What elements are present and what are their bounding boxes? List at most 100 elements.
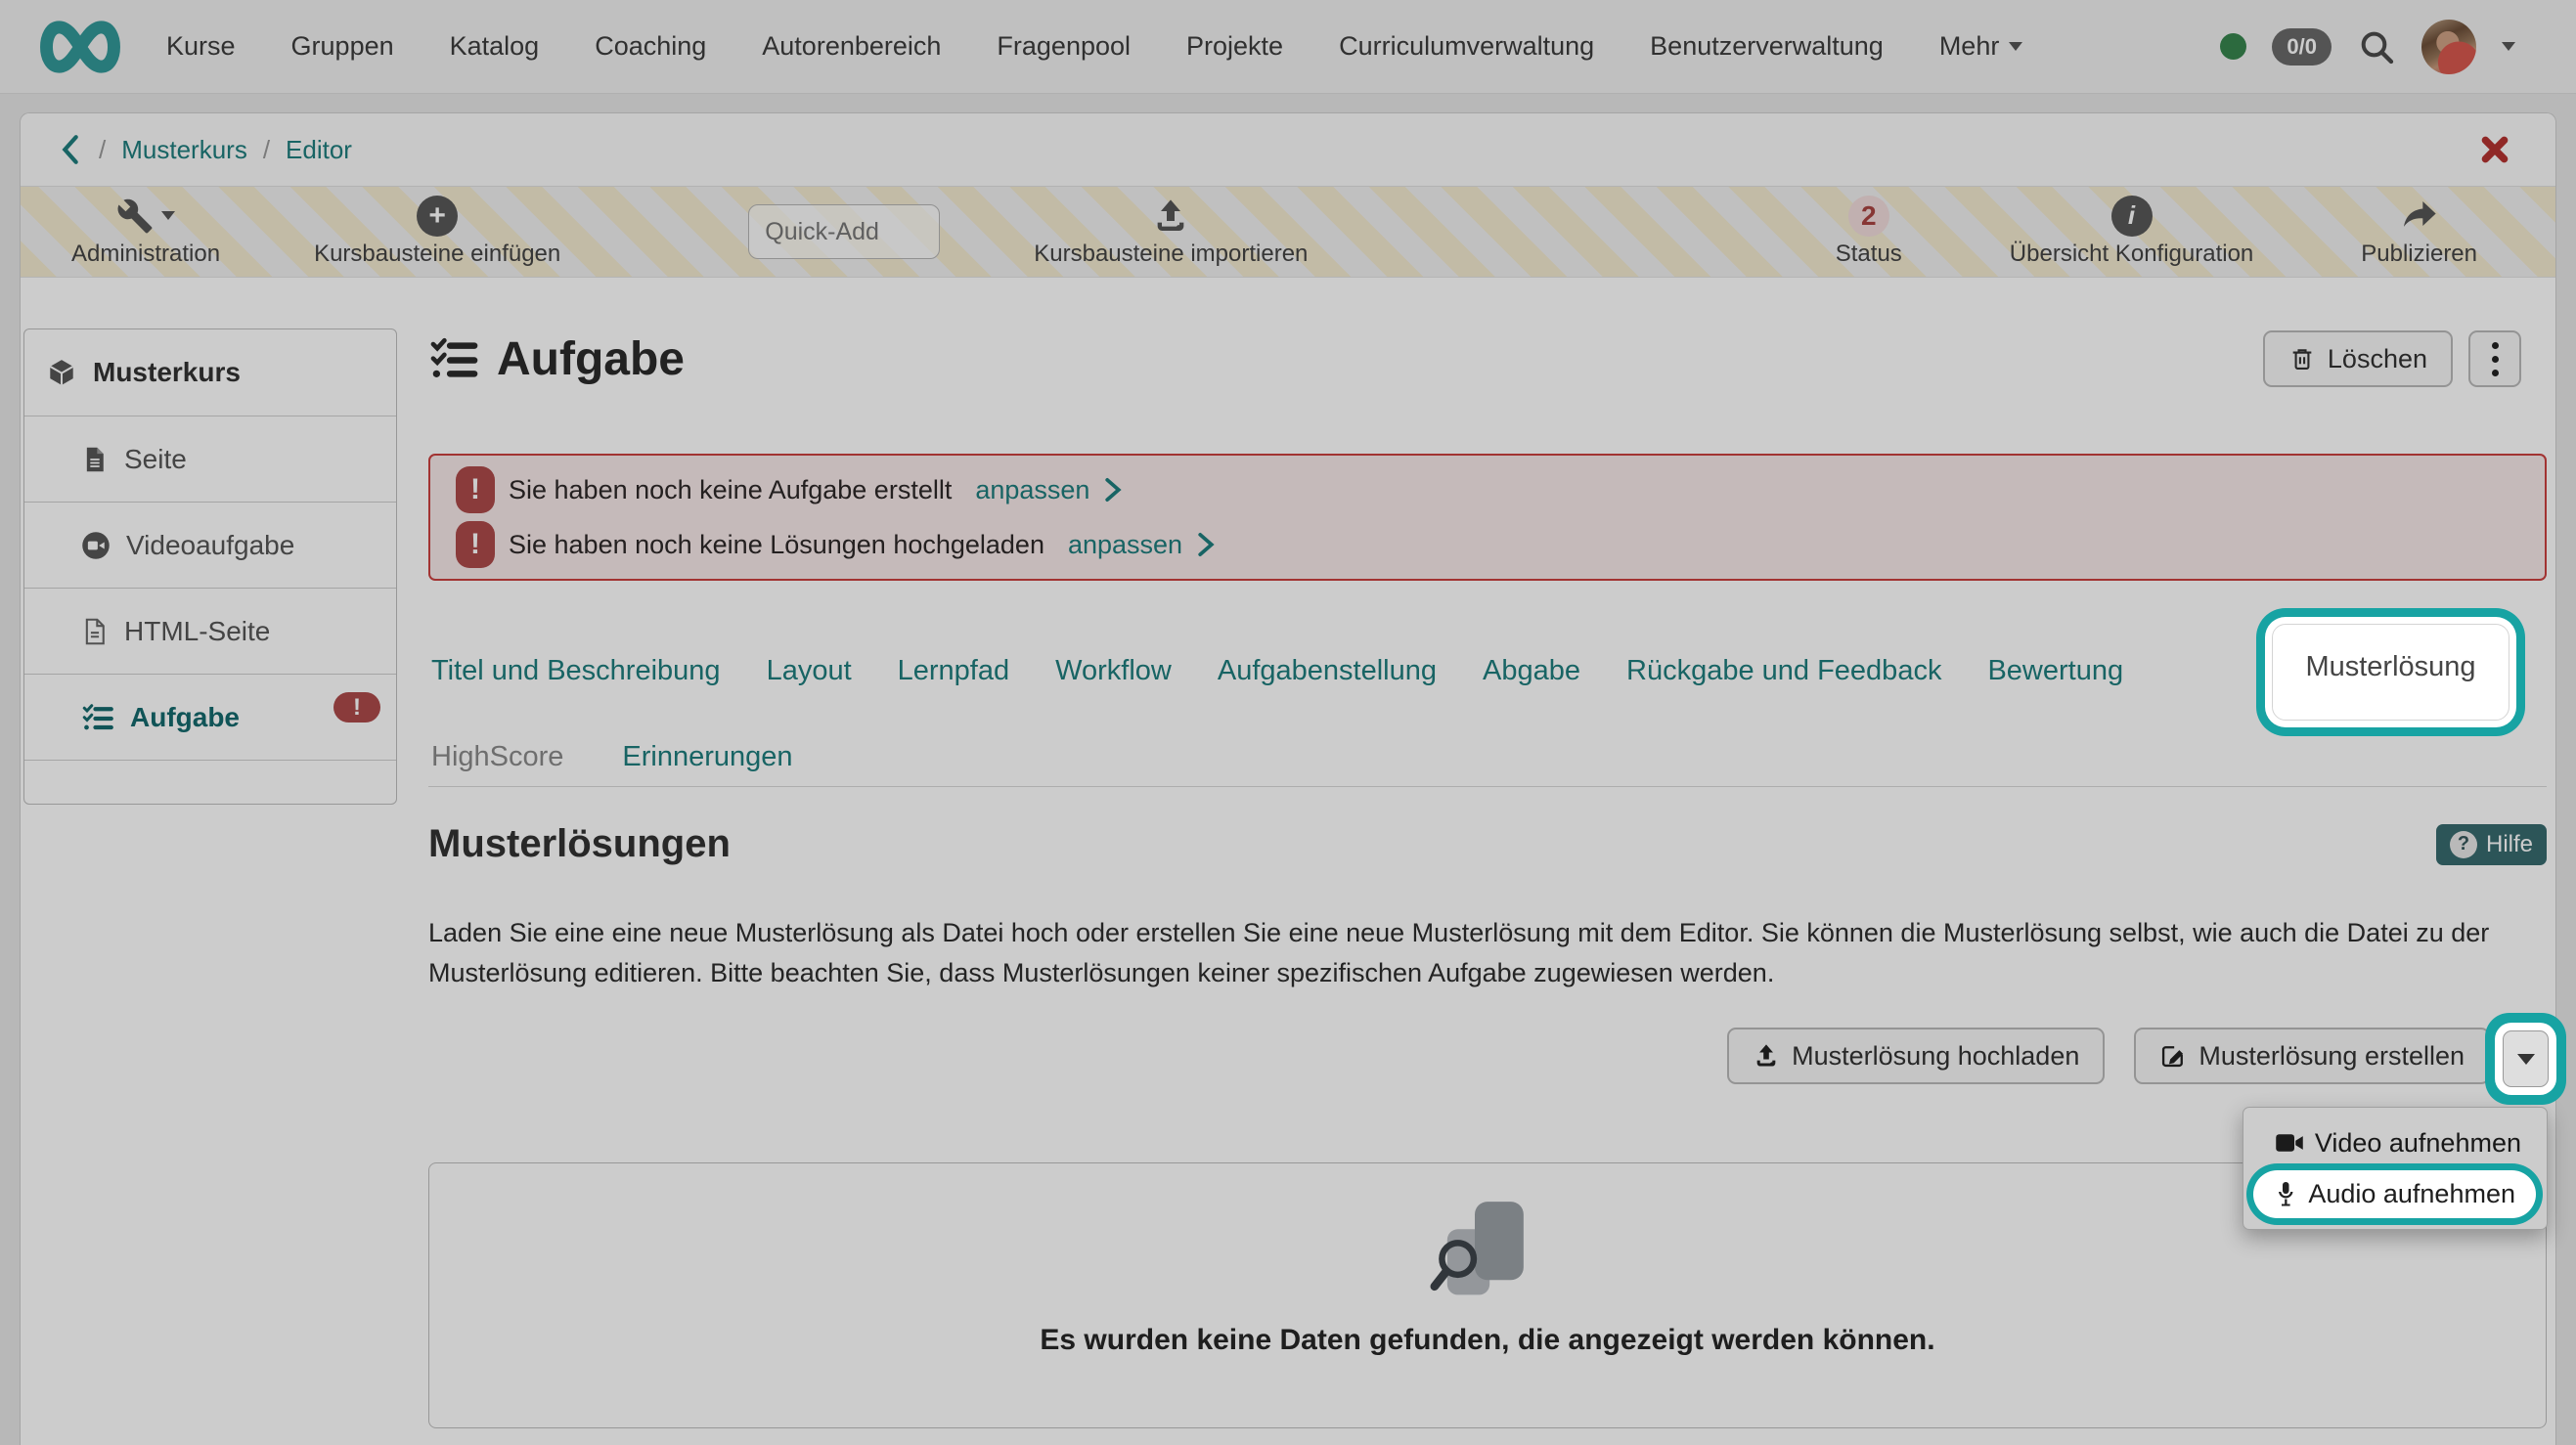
chevron-left-icon xyxy=(58,133,83,166)
nav-more-label: Mehr xyxy=(1939,31,2000,62)
tab-lernpfad[interactable]: Lernpfad xyxy=(898,655,1010,687)
tab-musterloesung-highlighted[interactable]: Musterlösung xyxy=(2272,624,2509,721)
more-actions-button[interactable] xyxy=(2468,330,2521,387)
menu-item-video-aufnehmen[interactable]: Video aufnehmen xyxy=(2243,1117,2547,1168)
course-cube-icon xyxy=(46,358,77,387)
tree-item-seite[interactable]: Seite xyxy=(24,416,396,502)
menu-item-audio-aufnehmen[interactable]: Audio aufnehmen xyxy=(2243,1168,2547,1219)
divider xyxy=(428,786,2547,787)
upload-icon xyxy=(1753,1042,1780,1070)
create-solution-button[interactable]: Musterlösung erstellen xyxy=(2134,1028,2490,1084)
wrench-icon xyxy=(116,197,154,235)
help-button[interactable]: ? Hilfe xyxy=(2436,824,2547,865)
breadcrumb-separator: / xyxy=(263,135,270,165)
status-label: Status xyxy=(1836,241,1902,268)
exclamation-badge: ! xyxy=(456,521,495,568)
user-menu-chevron-icon[interactable] xyxy=(2502,42,2515,51)
config-tabs-row2: HighScore Erinnerungen xyxy=(431,732,793,781)
breadcrumb-course-link[interactable]: Musterkurs xyxy=(121,135,247,165)
breadcrumb-bar: / Musterkurs / Editor xyxy=(21,113,2555,187)
openolat-logo[interactable] xyxy=(35,19,125,75)
alert-anpassen-link[interactable]: anpassen xyxy=(975,475,1089,505)
tab-rueckgabe-und-feedback[interactable]: Rückgabe und Feedback xyxy=(1626,655,1941,687)
tab-workflow[interactable]: Workflow xyxy=(1055,655,1172,687)
import-label: Kursbausteine importieren xyxy=(1034,241,1308,268)
nav-fragenpool[interactable]: Fragenpool xyxy=(997,31,1131,62)
breadcrumb-editor-link[interactable]: Editor xyxy=(286,135,352,165)
empty-state-text: Es wurden keine Daten gefunden, die ange… xyxy=(1040,1324,1934,1357)
info-circle-icon: i xyxy=(2111,196,2153,237)
quick-add-input[interactable] xyxy=(748,204,940,259)
overview-configuration-button[interactable]: i Übersicht Konfiguration xyxy=(2010,197,2253,268)
nav-more-menu[interactable]: Mehr xyxy=(1939,31,2023,62)
close-icon xyxy=(2479,134,2510,165)
tab-bewertung[interactable]: Bewertung xyxy=(1987,655,2123,687)
search-icon[interactable] xyxy=(2357,27,2396,66)
chevron-down-icon xyxy=(2009,42,2022,51)
video-task-icon xyxy=(81,531,111,560)
tree-item-html-seite[interactable]: HTML-Seite xyxy=(24,588,396,674)
nav-benutzerverwaltung[interactable]: Benutzerverwaltung xyxy=(1650,31,1884,62)
nav-kurse[interactable]: Kurse xyxy=(166,31,236,62)
kebab-icon xyxy=(2492,342,2499,349)
breadcrumb-separator: / xyxy=(99,135,106,165)
empty-state-panel: Es wurden keine Daten gefunden, die ange… xyxy=(428,1162,2547,1428)
delete-button[interactable]: Löschen xyxy=(2263,330,2453,387)
administration-menu[interactable]: Administration xyxy=(71,197,220,268)
administration-label: Administration xyxy=(71,241,220,268)
audio-aufnehmen-label: Audio aufnehmen xyxy=(2308,1179,2515,1209)
nav-gruppen[interactable]: Gruppen xyxy=(291,31,394,62)
import-course-elements-button[interactable]: Kursbausteine importieren xyxy=(1034,197,1308,268)
tree-label: Seite xyxy=(124,444,187,475)
trash-icon xyxy=(2288,344,2316,373)
nav-katalog[interactable]: Katalog xyxy=(450,31,540,62)
publish-button[interactable]: Publizieren xyxy=(2361,197,2477,268)
question-circle-icon: ? xyxy=(2450,831,2477,858)
alert-anpassen-link[interactable]: anpassen xyxy=(1068,530,1182,560)
html-page-icon xyxy=(81,617,109,646)
tree-label: Videoaufgabe xyxy=(126,530,294,561)
create-solution-label: Musterlösung erstellen xyxy=(2198,1041,2465,1072)
editor-toolbar: Administration + Kursbausteine einfügen … xyxy=(21,187,2555,278)
chevron-right-icon[interactable] xyxy=(1103,477,1123,503)
tab-titel-und-beschreibung[interactable]: Titel und Beschreibung xyxy=(431,655,721,687)
tab-highscore: HighScore xyxy=(431,741,563,773)
tab-abgabe[interactable]: Abgabe xyxy=(1483,655,1580,687)
tab-aufgabenstellung[interactable]: Aufgabenstellung xyxy=(1218,655,1437,687)
chat-counter-badge[interactable]: 0/0 xyxy=(2272,28,2332,66)
upload-icon xyxy=(1151,197,1190,236)
tree-item-videoaufgabe[interactable]: Videoaufgabe xyxy=(24,502,396,588)
nav-projekte[interactable]: Projekte xyxy=(1186,31,1283,62)
tree-item-aufgabe[interactable]: Aufgabe ! xyxy=(24,674,396,760)
help-label: Hilfe xyxy=(2486,831,2533,858)
upload-solution-button[interactable]: Musterlösung hochladen xyxy=(1727,1028,2105,1084)
no-data-icon xyxy=(1424,1193,1551,1310)
upload-solution-label: Musterlösung hochladen xyxy=(1792,1041,2079,1072)
page-icon xyxy=(81,445,109,474)
microphone-icon xyxy=(2274,1180,2297,1207)
top-nav: Kurse Gruppen Katalog Coaching Autorenbe… xyxy=(0,0,2576,94)
main-menu: Kurse Gruppen Katalog Coaching Autorenbe… xyxy=(166,31,1884,62)
overview-label: Übersicht Konfiguration xyxy=(2010,241,2253,268)
create-solution-dropdown-toggle[interactable] xyxy=(2503,1030,2549,1087)
record-dropdown-menu: Video aufnehmen Audio aufnehmen xyxy=(2243,1107,2548,1230)
section-description: Laden Sie eine eine neue Musterlösung al… xyxy=(428,913,2551,993)
nav-curriculumverwaltung[interactable]: Curriculumverwaltung xyxy=(1339,31,1594,62)
insert-course-element-button[interactable]: + Kursbausteine einfügen xyxy=(314,197,560,268)
exclamation-badge: ! xyxy=(456,466,495,513)
status-button[interactable]: 2 Status xyxy=(1836,197,1902,268)
page-title: Aufgabe xyxy=(497,332,685,386)
close-editor-button[interactable] xyxy=(2479,134,2510,165)
tab-erinnerungen[interactable]: Erinnerungen xyxy=(622,741,792,773)
user-avatar[interactable] xyxy=(2421,20,2476,74)
nav-coaching[interactable]: Coaching xyxy=(595,31,706,62)
plus-circle-icon: + xyxy=(417,196,458,237)
video-aufnehmen-label: Video aufnehmen xyxy=(2315,1128,2521,1159)
tree-item-musterkurs[interactable]: Musterkurs xyxy=(24,329,396,416)
tab-layout[interactable]: Layout xyxy=(767,655,852,687)
nav-autorenbereich[interactable]: Autorenbereich xyxy=(762,31,941,62)
breadcrumb-back-button[interactable] xyxy=(58,133,83,166)
alert-text: Sie haben noch keine Aufgabe erstellt xyxy=(509,475,952,505)
chevron-right-icon[interactable] xyxy=(1196,532,1216,557)
task-checklist-icon xyxy=(428,336,479,381)
